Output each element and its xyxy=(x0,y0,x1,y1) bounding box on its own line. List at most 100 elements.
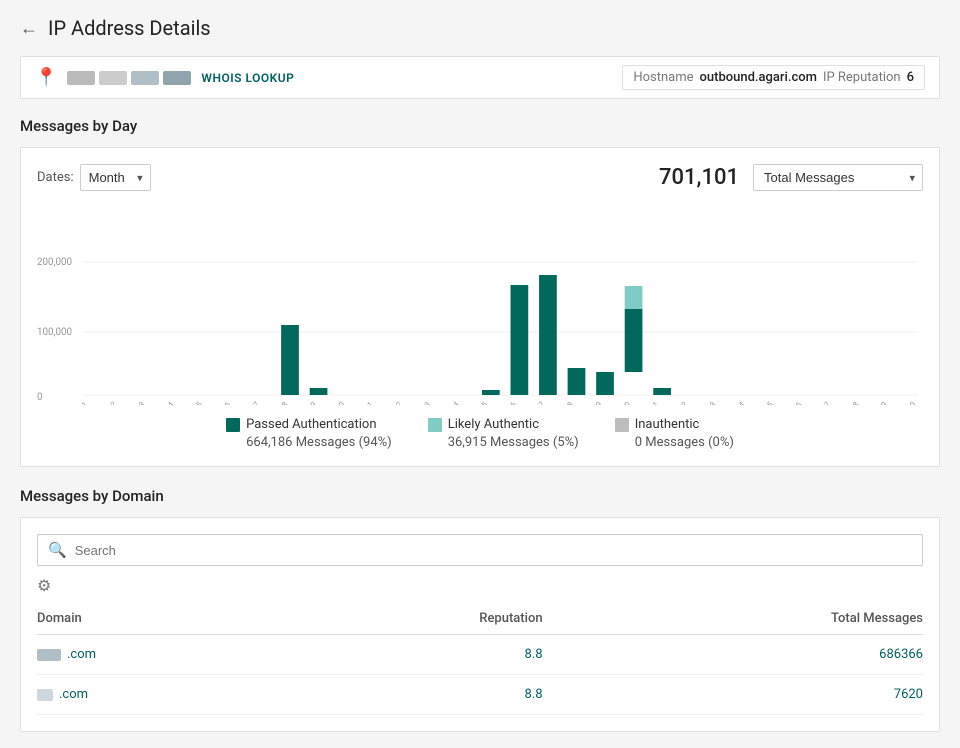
svg-text:May 15: May 15 xyxy=(465,400,490,405)
dates-select[interactable]: Month Week Day xyxy=(80,164,151,191)
ip-reputation-value: 6 xyxy=(907,70,914,85)
hostname-value: outbound.agari.com xyxy=(700,70,817,85)
svg-text:May 16: May 16 xyxy=(493,400,518,405)
bar-may15 xyxy=(482,390,500,395)
legend-passed-auth: Passed Authentication 664,186 Messages (… xyxy=(226,417,392,450)
svg-text:May 29: May 29 xyxy=(865,400,889,405)
hostname-label: Hostname xyxy=(633,70,693,85)
dates-label: Dates: xyxy=(37,170,74,185)
ip-blocks xyxy=(67,71,191,85)
bar-may16 xyxy=(511,285,529,395)
whois-lookup-link[interactable]: WHOIS LOOKUP xyxy=(201,71,294,85)
inauthentic-swatch xyxy=(615,418,629,432)
svg-text:May 12: May 12 xyxy=(379,400,404,405)
bar-may9 xyxy=(281,325,299,395)
passed-auth-swatch xyxy=(226,418,240,432)
domain-table: Domain Reputation Total Messages .com xyxy=(37,603,923,715)
bar-may20-auth xyxy=(625,309,643,372)
svg-text:May 11: May 11 xyxy=(351,400,375,405)
search-icon: 🔍 xyxy=(48,541,67,559)
svg-text:May 1: May 1 xyxy=(68,400,89,405)
legend-inauthentic: Inauthentic 0 Messages (0%) xyxy=(615,417,734,450)
svg-text:May 13: May 13 xyxy=(408,400,432,405)
chart-card: Dates: Month Week Day 701,101 Total Mess… xyxy=(20,147,940,467)
svg-text:May 2: May 2 xyxy=(97,400,119,405)
chart-legend: Passed Authentication 664,186 Messages (… xyxy=(37,417,923,450)
svg-text:May 26: May 26 xyxy=(779,400,804,405)
messages-by-day-title: Messages by Day xyxy=(20,117,940,135)
total-messages-select[interactable]: Total Messages Passed Authentication Lik… xyxy=(753,164,923,191)
total-messages-col-header: Total Messages xyxy=(543,603,923,635)
bar-may17 xyxy=(539,275,557,395)
domain-total-1: 686366 xyxy=(543,635,923,675)
domain-col-header: Domain xyxy=(37,603,281,635)
svg-text:May 21: May 21 xyxy=(636,400,660,405)
domain-block-icon-1 xyxy=(37,649,61,661)
ip-reputation-label: IP Reputation xyxy=(823,70,901,85)
passed-auth-label: Passed Authentication xyxy=(246,417,376,432)
svg-text:May 27: May 27 xyxy=(807,400,832,405)
table-row: .com 8.8 686366 xyxy=(37,635,923,675)
svg-text:May 20: May 20 xyxy=(608,400,632,405)
search-input[interactable] xyxy=(75,543,912,558)
ip-block-4 xyxy=(163,71,191,85)
svg-text:May 17: May 17 xyxy=(522,400,547,405)
domain-reputation-2: 8.8 xyxy=(281,675,543,715)
svg-text:100,000: 100,000 xyxy=(37,327,72,338)
svg-text:May 5: May 5 xyxy=(183,400,205,405)
passed-auth-count: 664,186 Messages (94%) xyxy=(246,435,392,450)
messages-by-day-section: Messages by Day Dates: Month Week Day 70… xyxy=(20,117,940,467)
bar-may18 xyxy=(568,368,586,395)
svg-text:May 4: May 4 xyxy=(154,400,176,405)
svg-text:May 7: May 7 xyxy=(240,400,262,405)
search-box[interactable]: 🔍 xyxy=(37,534,923,566)
svg-text:May 9: May 9 xyxy=(297,400,318,405)
bar-may20-likely xyxy=(625,286,643,309)
svg-text:May 28: May 28 xyxy=(836,400,861,405)
svg-text:May 22: May 22 xyxy=(665,400,690,405)
bar-chart: 0 100,000 200,000 xyxy=(37,205,923,405)
gear-icon[interactable]: ⚙ xyxy=(37,576,51,595)
table-row: .com 8.8 7620 xyxy=(37,675,923,715)
ip-block-1 xyxy=(67,71,95,85)
likely-auth-label: Likely Authentic xyxy=(448,417,539,432)
ip-bar: 📍 WHOIS LOOKUP Hostname outbound.agari.c… xyxy=(20,56,940,99)
svg-text:May 19: May 19 xyxy=(579,400,603,405)
inauthentic-count: 0 Messages (0%) xyxy=(635,435,734,450)
svg-text:May 6: May 6 xyxy=(211,400,233,405)
page-title: IP Address Details xyxy=(48,16,211,40)
back-button[interactable]: ← xyxy=(20,18,38,39)
legend-likely-auth: Likely Authentic 36,915 Messages (5%) xyxy=(428,417,579,450)
svg-text:May 10: May 10 xyxy=(322,400,346,405)
domain-name-2[interactable]: .com xyxy=(37,687,281,702)
pin-icon: 📍 xyxy=(35,67,57,88)
svg-text:May 25: May 25 xyxy=(750,400,775,405)
messages-by-domain-section: Messages by Domain 🔍 ⚙ Domain Reputation… xyxy=(20,487,940,732)
bar-may19 xyxy=(596,372,614,395)
svg-text:May 14: May 14 xyxy=(436,400,461,405)
chart-svg: 0 100,000 200,000 xyxy=(37,205,923,405)
ip-info-panel: Hostname outbound.agari.com IP Reputatio… xyxy=(622,65,925,90)
reputation-col-header: Reputation xyxy=(281,603,543,635)
domain-total-2: 7620 xyxy=(543,675,923,715)
ip-block-2 xyxy=(99,71,127,85)
domain-name-1[interactable]: .com xyxy=(37,647,281,662)
svg-text:May 8: May 8 xyxy=(268,400,290,405)
bar-may10 xyxy=(310,388,328,395)
total-messages-count: 701,101 xyxy=(659,165,739,190)
svg-text:May 23: May 23 xyxy=(693,400,717,405)
svg-text:May 18: May 18 xyxy=(551,400,576,405)
svg-text:May 30: May 30 xyxy=(893,400,917,405)
ip-block-3 xyxy=(131,71,159,85)
svg-text:0: 0 xyxy=(37,392,43,403)
svg-text:200,000: 200,000 xyxy=(37,257,72,268)
svg-text:May 3: May 3 xyxy=(125,400,146,405)
messages-by-domain-title: Messages by Domain xyxy=(20,487,940,505)
bar-may21 xyxy=(653,388,671,395)
likely-auth-swatch xyxy=(428,418,442,432)
svg-text:May 24: May 24 xyxy=(722,400,747,405)
domain-card: 🔍 ⚙ Domain Reputation Total Messages xyxy=(20,517,940,732)
likely-auth-count: 36,915 Messages (5%) xyxy=(448,435,579,450)
domain-reputation-1: 8.8 xyxy=(281,635,543,675)
inauthentic-label: Inauthentic xyxy=(635,417,700,432)
